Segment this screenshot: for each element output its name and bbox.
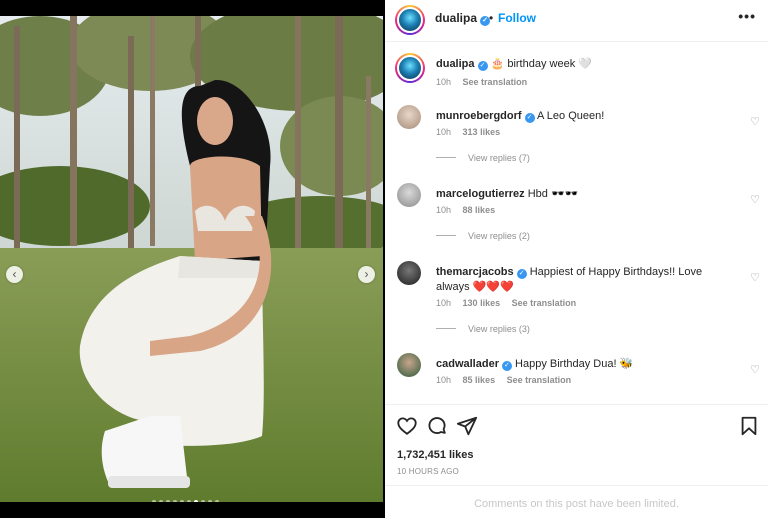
view-replies-button[interactable]: View replies (7): [436, 153, 530, 163]
post-timestamp: 10 HOURS AGO: [397, 467, 459, 476]
heart-icon[interactable]: [396, 415, 418, 437]
caption-text: dualipa ✓ 🎂 birthday week 🤍: [436, 57, 736, 72]
commenter-avatar[interactable]: [397, 261, 421, 285]
carousel-next-button[interactable]: ›: [358, 266, 375, 283]
comment-text: munroebergdorf ✓ A Leo Queen!: [436, 109, 736, 124]
carousel-prev-button[interactable]: ‹: [6, 266, 23, 283]
comment-time: 10h: [436, 375, 452, 385]
photo-illustration: [0, 16, 383, 502]
comment-likes[interactable]: 313 likes: [463, 127, 501, 137]
share-icon[interactable]: [456, 415, 478, 437]
comment-time: 10h: [436, 298, 452, 308]
comment-meta: 10h 130 likes See translation: [436, 298, 585, 308]
comment-likes[interactable]: 85 likes: [463, 375, 496, 385]
follow-button[interactable]: Follow: [498, 11, 536, 25]
comment-likes[interactable]: 88 likes: [463, 205, 496, 215]
comment-translate-link[interactable]: See translation: [512, 298, 577, 308]
caption-meta: 10h See translation: [436, 77, 536, 87]
commenter-avatar[interactable]: [397, 105, 421, 129]
carousel-indicator: [152, 500, 219, 502]
carousel-dot: [194, 500, 198, 502]
author-username[interactable]: dualipa: [435, 11, 477, 25]
author-avatar[interactable]: [395, 5, 425, 35]
comment-like-heart-icon[interactable]: ♡: [750, 115, 760, 128]
carousel-dot: [180, 500, 184, 502]
comments-limited-notice: Comments on this post have been limited.: [385, 485, 768, 518]
comment-likes[interactable]: 130 likes: [463, 298, 501, 308]
view-replies-button[interactable]: View replies (2): [436, 231, 530, 241]
verified-badge-icon: ✓: [524, 113, 535, 123]
comment-icon[interactable]: [426, 415, 448, 437]
commenter-avatar[interactable]: [397, 353, 421, 377]
commenter-username[interactable]: munroebergdorf: [436, 110, 522, 122]
verified-badge-icon: ✓: [516, 269, 527, 279]
carousel-dot: [159, 500, 163, 502]
author-username-wrap[interactable]: dualipa ✓: [435, 11, 491, 26]
verified-badge-icon: ✓: [501, 361, 512, 371]
carousel-dot: [166, 500, 170, 502]
bookmark-icon[interactable]: [738, 415, 760, 437]
comment-like-heart-icon[interactable]: ♡: [750, 363, 760, 376]
comment-meta: 10h 88 likes: [436, 205, 504, 215]
comment-like-heart-icon[interactable]: ♡: [750, 271, 760, 284]
comment-text: cadwallader ✓ Happy Birthday Dua! 🐝: [436, 357, 736, 372]
caption-translate-link[interactable]: See translation: [463, 77, 528, 87]
more-options-icon[interactable]: •••: [738, 8, 756, 24]
commenter-avatar[interactable]: [397, 183, 421, 207]
commenter-username[interactable]: cadwallader: [436, 358, 499, 370]
comment-body: Happy Birthday Dua! 🐝: [515, 358, 634, 370]
caption-author-avatar[interactable]: [395, 53, 425, 83]
comment-body: A Leo Queen!: [537, 110, 605, 122]
comments-list[interactable]: dualipa ✓ 🎂 birthday week 🤍 10h See trans…: [385, 43, 768, 403]
carousel-dot: [215, 500, 219, 502]
carousel-dot: [201, 500, 205, 502]
post-modal: ‹ › dualipa ✓ • Follow ••• dualipa ✓ 🎂 bir…: [0, 0, 768, 518]
post-details-panel: dualipa ✓ • Follow ••• dualipa ✓ 🎂 birthda…: [385, 0, 768, 518]
comment-text: marcelogutierrez Hbd 🕶️🕶️: [436, 187, 736, 202]
commenter-username[interactable]: marcelogutierrez: [436, 188, 525, 200]
likes-count[interactable]: 1,732,451 likes: [397, 449, 473, 461]
comment-body: Hbd 🕶️🕶️: [527, 188, 579, 200]
carousel-dot: [173, 500, 177, 502]
post-photo[interactable]: ‹ ›: [0, 16, 383, 502]
post-header: dualipa ✓ • Follow •••: [385, 0, 768, 42]
commenter-username[interactable]: themarcjacobs: [436, 266, 514, 278]
caption-body: 🎂 birthday week 🤍: [490, 58, 592, 70]
comment-meta: 10h 85 likes See translation: [436, 375, 580, 385]
comment-time: 10h: [436, 205, 452, 215]
carousel-dot: [187, 500, 191, 502]
post-actions: 1,732,451 likes 10 HOURS AGO Comments on…: [385, 404, 768, 518]
header-separator: •: [489, 11, 494, 25]
comment-meta: 10h 313 likes: [436, 127, 509, 137]
caption-username[interactable]: dualipa: [436, 58, 475, 70]
carousel-dot: [152, 500, 156, 502]
carousel-dot: [208, 500, 212, 502]
comment-translate-link[interactable]: See translation: [507, 375, 572, 385]
caption-time: 10h: [436, 77, 452, 87]
comment-time: 10h: [436, 127, 452, 137]
comment-text: themarcjacobs ✓ Happiest of Happy Birthda…: [436, 265, 706, 295]
view-replies-button[interactable]: View replies (3): [436, 324, 530, 334]
verified-badge-icon: ✓: [477, 61, 488, 71]
comment-like-heart-icon[interactable]: ♡: [750, 193, 760, 206]
